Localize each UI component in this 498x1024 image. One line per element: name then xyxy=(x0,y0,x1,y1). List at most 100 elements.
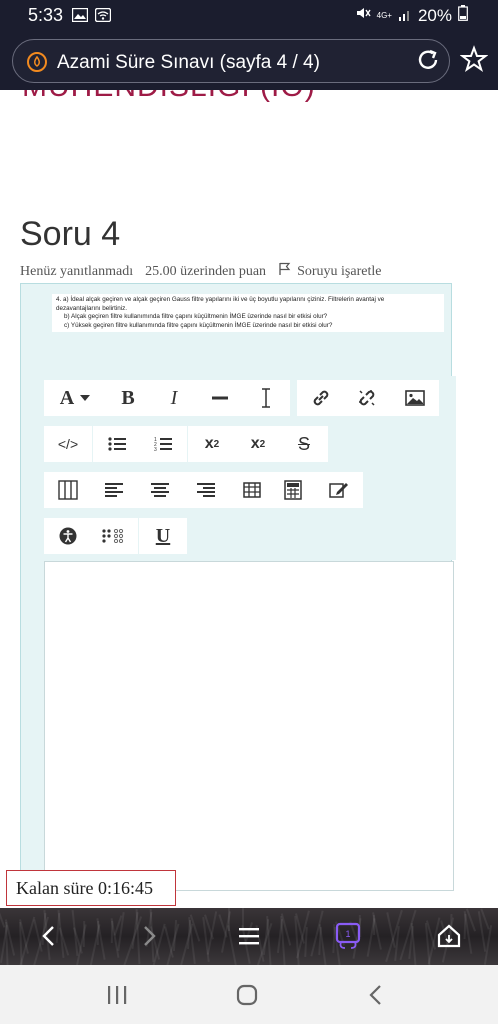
question-title: Soru 4 xyxy=(20,215,121,253)
unordered-list-button[interactable] xyxy=(94,426,140,462)
page-title-in-url: Azami Süre Sınavı (sayfa 4 / 4) xyxy=(57,52,320,73)
texture-streak xyxy=(172,919,178,952)
question-points: 25.00 üzerinden puan xyxy=(145,263,267,279)
toolbar-group-a11y xyxy=(44,518,138,554)
unlink-icon xyxy=(357,388,377,408)
texture-streak xyxy=(206,911,218,955)
superscript-index: 2 xyxy=(259,438,266,450)
align-center-button[interactable] xyxy=(137,472,183,508)
toolbar-group-links xyxy=(297,380,391,416)
table-icon xyxy=(243,482,261,498)
underline-label: U xyxy=(155,524,171,547)
align-left-button[interactable] xyxy=(91,472,137,508)
italic-button[interactable]: I xyxy=(151,380,197,416)
toolbar-group-underline: U xyxy=(139,518,187,554)
edit-icon xyxy=(329,481,349,499)
status-time: 5:33 xyxy=(28,5,64,25)
direction-button[interactable] xyxy=(45,472,91,508)
battery-icon xyxy=(458,5,468,26)
tabs-icon[interactable]: 1 xyxy=(335,922,361,955)
insert-image-button[interactable] xyxy=(392,380,438,416)
clear-formatting-button[interactable] xyxy=(243,380,289,416)
text-cursor-icon xyxy=(260,388,272,408)
menu-icon[interactable] xyxy=(237,924,261,953)
horizontal-rule-icon xyxy=(212,396,228,400)
bullet-list-icon xyxy=(108,436,126,452)
system-nav-bar xyxy=(0,965,498,1024)
answer-editor[interactable] xyxy=(44,561,454,891)
svg-text:1: 1 xyxy=(345,929,350,939)
toolbar-group-align xyxy=(44,472,276,508)
svg-text:3: 3 xyxy=(154,447,157,452)
subscript-index: 2 xyxy=(213,438,220,450)
recent-apps-icon[interactable] xyxy=(106,985,128,1010)
system-back-icon[interactable] xyxy=(366,984,386,1011)
calculator-icon xyxy=(284,480,302,500)
status-right: 4G+ 20% xyxy=(355,5,468,26)
superscript-button[interactable]: x2 xyxy=(235,426,281,462)
font-style-label: A xyxy=(59,386,75,409)
edit-button[interactable] xyxy=(316,472,362,508)
remaining-time-box: Kalan süre 0:16:45 xyxy=(6,870,176,906)
braille-icon xyxy=(102,529,126,543)
signal-icon xyxy=(398,6,412,26)
bookmark-star-icon[interactable] xyxy=(459,45,489,73)
question-line: 4. a) İdeal alçak geçiren ve alçak geçir… xyxy=(56,296,385,303)
toolbar-group-style: A B I xyxy=(44,380,290,416)
gallery-icon xyxy=(71,7,89,23)
texture-streak xyxy=(304,926,308,958)
home-button-icon[interactable] xyxy=(236,984,258,1011)
font-style-button[interactable]: A xyxy=(45,380,105,416)
question-line: dezavantajlarını belirtiniz. xyxy=(56,304,128,312)
equation-button[interactable] xyxy=(270,472,316,508)
battery-text: 20% xyxy=(417,5,452,25)
unlink-button[interactable] xyxy=(344,380,390,416)
texture-streak xyxy=(410,923,418,965)
forward-arrow-icon[interactable] xyxy=(136,924,160,953)
flag-icon xyxy=(278,262,291,281)
superscript-label: x xyxy=(250,435,260,452)
flag-label: Soruyu işaretle xyxy=(297,263,382,279)
numbered-list-icon: 123 xyxy=(154,436,172,452)
editor-toolbar: A B I </> 123 x2 x2 S U xyxy=(42,376,456,560)
subscript-button[interactable]: x2 xyxy=(189,426,235,462)
screenreader-helper-button[interactable] xyxy=(91,518,137,554)
site-origin-icon xyxy=(27,52,47,72)
question-status: Henüz yanıtlanmadı xyxy=(20,263,134,279)
align-left-icon xyxy=(105,482,123,498)
texture-streak xyxy=(82,920,86,948)
remaining-time: Kalan süre 0:16:45 xyxy=(16,878,153,898)
strikethrough-button[interactable]: S xyxy=(281,426,327,462)
link-button[interactable] xyxy=(298,380,344,416)
horizontal-rule-button[interactable] xyxy=(197,380,243,416)
question-line: b) Alçak geçiren filtre kullanımında fil… xyxy=(64,313,328,321)
strike-label: S xyxy=(297,433,310,454)
question-meta: Henüz yanıtlanmadı 25.00 üzerinden puan … xyxy=(20,262,381,281)
html-source-button[interactable]: </> xyxy=(45,426,91,462)
address-bar[interactable]: Azami Süre Sınavı (sayfa 4 / 4) xyxy=(12,39,450,83)
home-icon[interactable] xyxy=(436,923,462,954)
underline-button[interactable]: U xyxy=(140,518,186,554)
toolbar-group-tools xyxy=(269,472,363,508)
reload-icon[interactable] xyxy=(415,47,441,73)
align-right-button[interactable] xyxy=(183,472,229,508)
align-right-icon xyxy=(197,482,215,498)
toolbar-group-script: x2 x2 S xyxy=(188,426,328,462)
flag-question-link[interactable]: Soruyu işaretle xyxy=(278,262,381,281)
code-label: </> xyxy=(57,436,79,452)
network-label: 4G+ xyxy=(376,10,392,20)
mute-icon xyxy=(355,5,371,26)
ordered-list-button[interactable]: 123 xyxy=(140,426,186,462)
link-icon xyxy=(311,388,331,408)
accessibility-icon xyxy=(59,527,77,545)
columns-icon xyxy=(58,480,78,500)
status-bar: 5:33 4G+ 20% xyxy=(0,0,498,32)
back-arrow-icon[interactable] xyxy=(38,924,62,953)
toolbar-group-code: </> xyxy=(44,426,92,462)
image-icon xyxy=(405,390,425,406)
accessibility-checker-button[interactable] xyxy=(45,518,91,554)
browser-bottom-bar: 1 xyxy=(0,908,498,965)
wifi-icon xyxy=(94,7,112,23)
question-line: c) Yüksek geçiren filtre kullanımında fi… xyxy=(64,321,333,329)
bold-button[interactable]: B xyxy=(105,380,151,416)
